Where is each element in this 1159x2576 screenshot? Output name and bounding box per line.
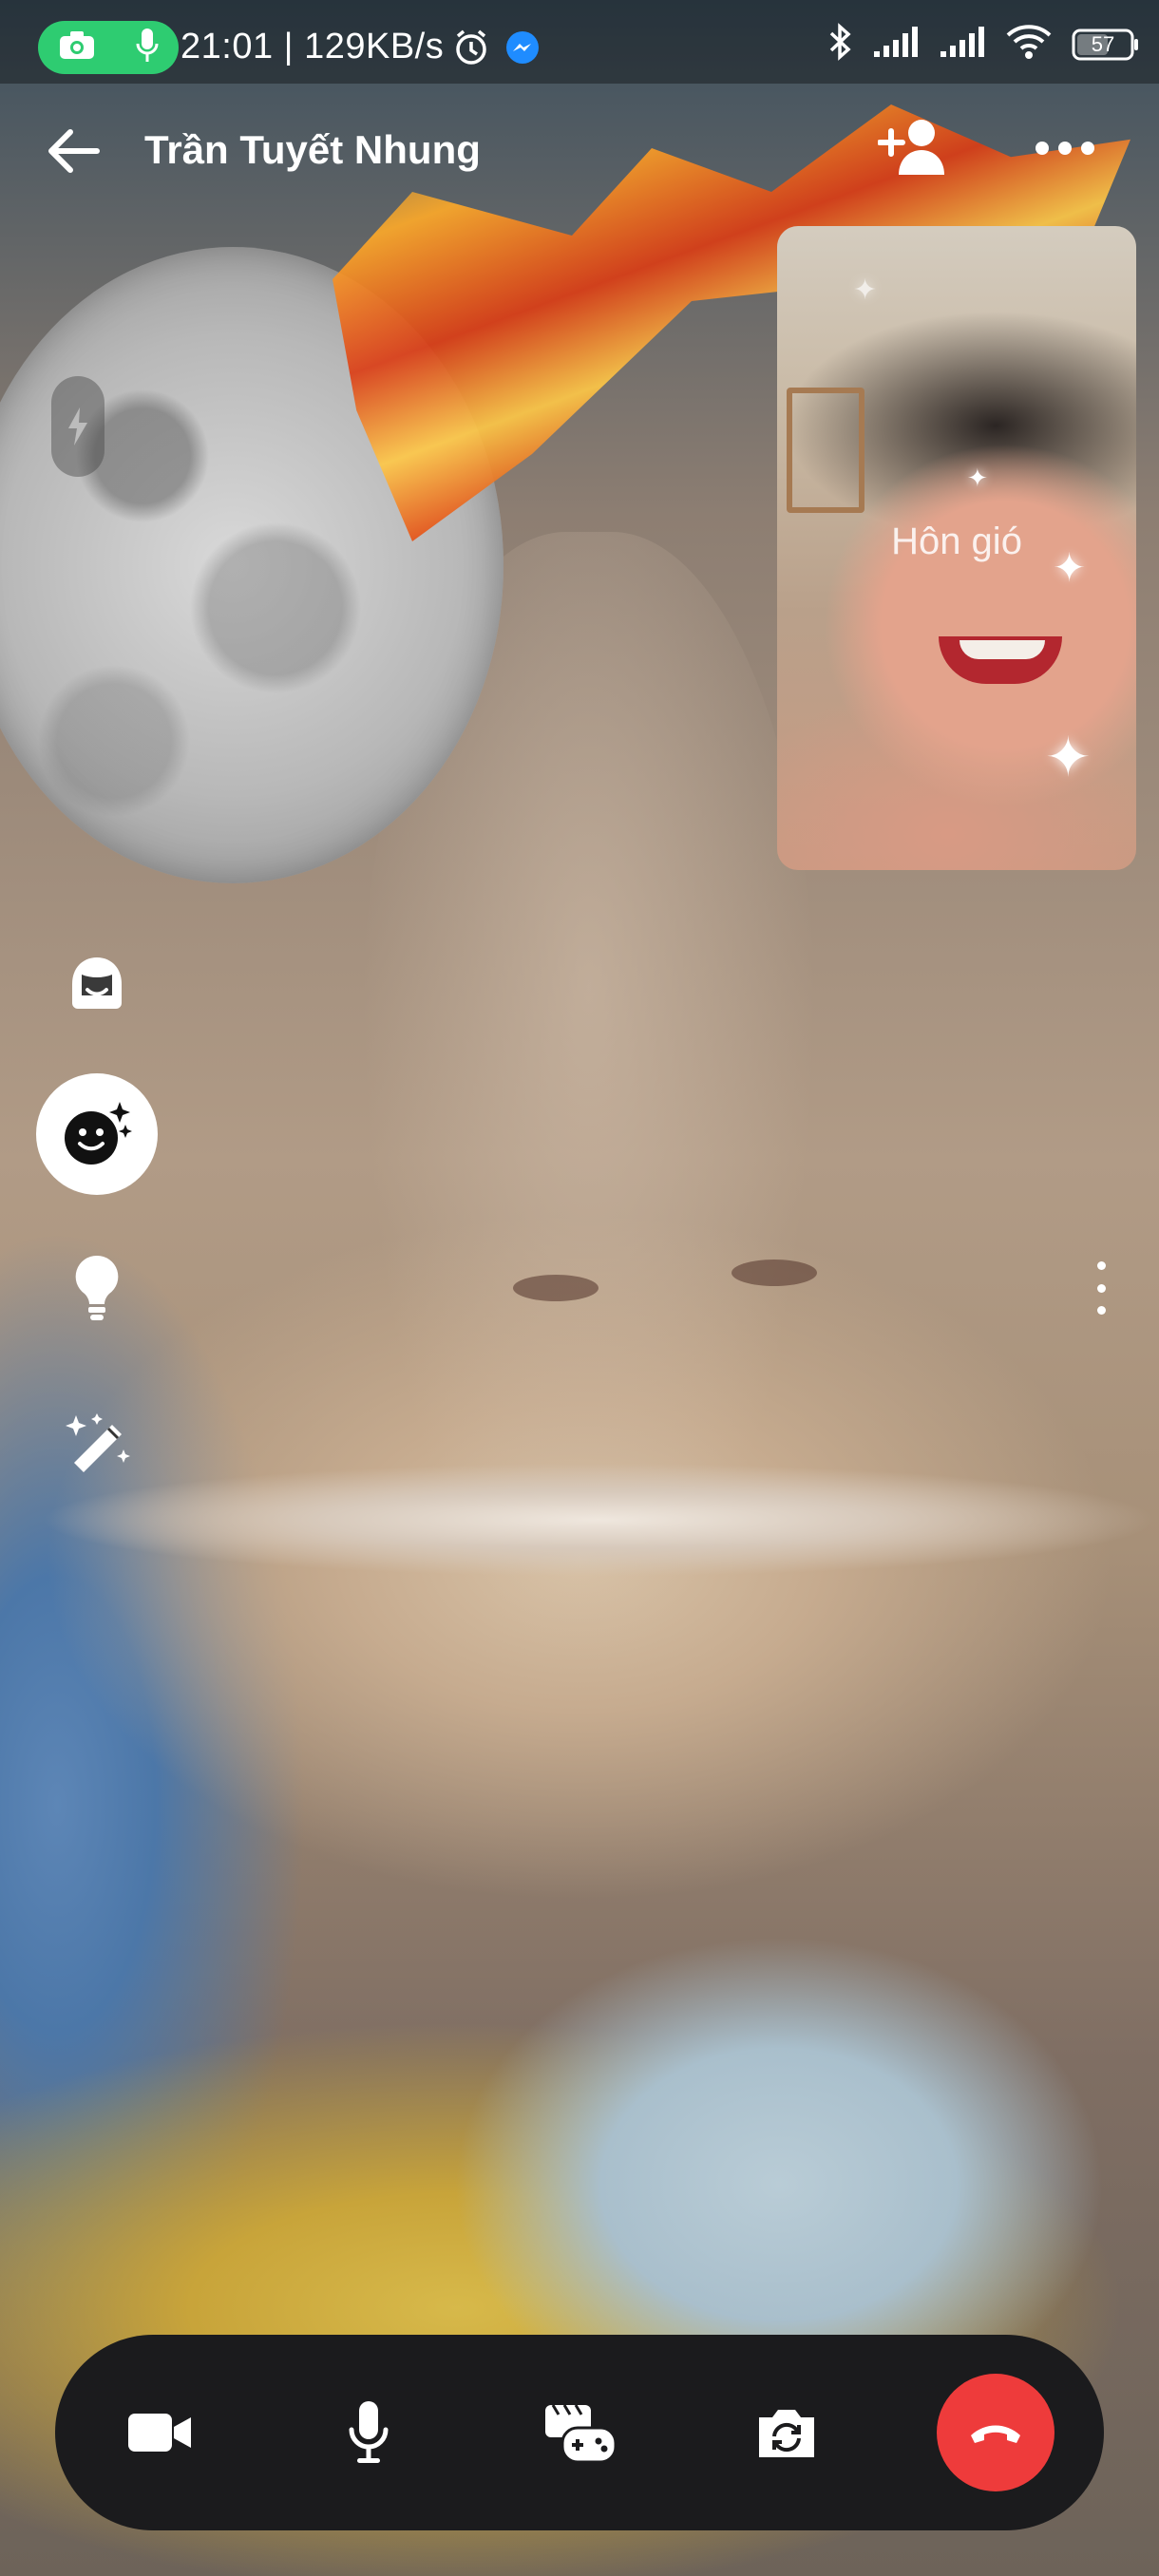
call-controls-bar <box>55 2335 1104 2530</box>
bluetooth-icon <box>826 23 853 66</box>
side-menu-button[interactable] <box>1089 1261 1113 1315</box>
video-toggle-button[interactable] <box>101 2374 218 2491</box>
add-person-icon <box>877 120 944 175</box>
wifi-icon <box>1005 24 1053 65</box>
back-arrow-icon <box>48 129 100 173</box>
face-mouth-area <box>38 1463 1159 1577</box>
magic-effects-button[interactable] <box>36 1383 158 1505</box>
microphone-icon <box>349 2401 389 2463</box>
status-bar: 21:01 | 129KB/s 57 <box>0 0 1159 84</box>
sparkle-icon: ✦ <box>967 464 988 492</box>
sparkle-icon: ✦ <box>853 275 878 306</box>
microphone-button[interactable] <box>310 2374 428 2491</box>
dot <box>1096 1261 1106 1270</box>
games-button[interactable] <box>521 2374 638 2491</box>
microphone-icon <box>135 28 160 68</box>
avatar-button[interactable] <box>36 921 158 1043</box>
face-effects-button[interactable] <box>36 1073 158 1195</box>
pip-teeth <box>960 640 1045 659</box>
camera-icon <box>58 30 96 66</box>
face-effects-icon <box>65 1102 132 1165</box>
call-header: Trần Tuyết Nhung <box>0 84 1159 207</box>
add-person-button[interactable] <box>877 110 954 186</box>
dot <box>1096 1283 1106 1293</box>
magic-wand-icon <box>66 1413 130 1472</box>
battery-icon: 57 <box>1072 28 1140 62</box>
video-camera-icon <box>128 2414 191 2452</box>
alarm-icon <box>452 28 490 71</box>
self-view-pip[interactable]: Hôn gió ✦ ✦ ✦ ✦ <box>777 226 1136 870</box>
more-icon <box>1036 142 1094 155</box>
battery-level: 57 <box>1091 31 1115 56</box>
flash-icon <box>68 407 87 445</box>
nostril <box>732 1260 817 1286</box>
avatar-icon <box>72 957 122 1009</box>
more-options-button[interactable] <box>1032 120 1098 177</box>
recording-indicator <box>38 21 179 74</box>
dot <box>1096 1306 1106 1315</box>
nostril <box>513 1275 598 1301</box>
end-call-button[interactable] <box>937 2374 1054 2491</box>
system-status-icons: 57 <box>826 23 1140 66</box>
flip-camera-button[interactable] <box>728 2374 846 2491</box>
signal-icon <box>939 25 986 64</box>
lightbulb-button[interactable] <box>36 1227 158 1349</box>
signal-icon <box>872 25 920 64</box>
lightbulb-icon <box>75 1255 119 1320</box>
status-time-speed: 21:01 | 129KB/s <box>180 27 445 66</box>
messenger-icon <box>505 30 540 69</box>
back-button[interactable] <box>42 118 108 184</box>
flip-camera-icon <box>759 2410 814 2457</box>
games-icon <box>545 2404 618 2464</box>
pip-background-shelf <box>787 388 864 513</box>
sparkle-icon: ✦ <box>1045 727 1092 788</box>
sparkle-icon: ✦ <box>1053 545 1087 590</box>
end-call-icon <box>971 2425 1020 2443</box>
contact-name: Trần Tuyết Nhung <box>144 127 481 172</box>
flash-toggle[interactable] <box>51 376 104 477</box>
